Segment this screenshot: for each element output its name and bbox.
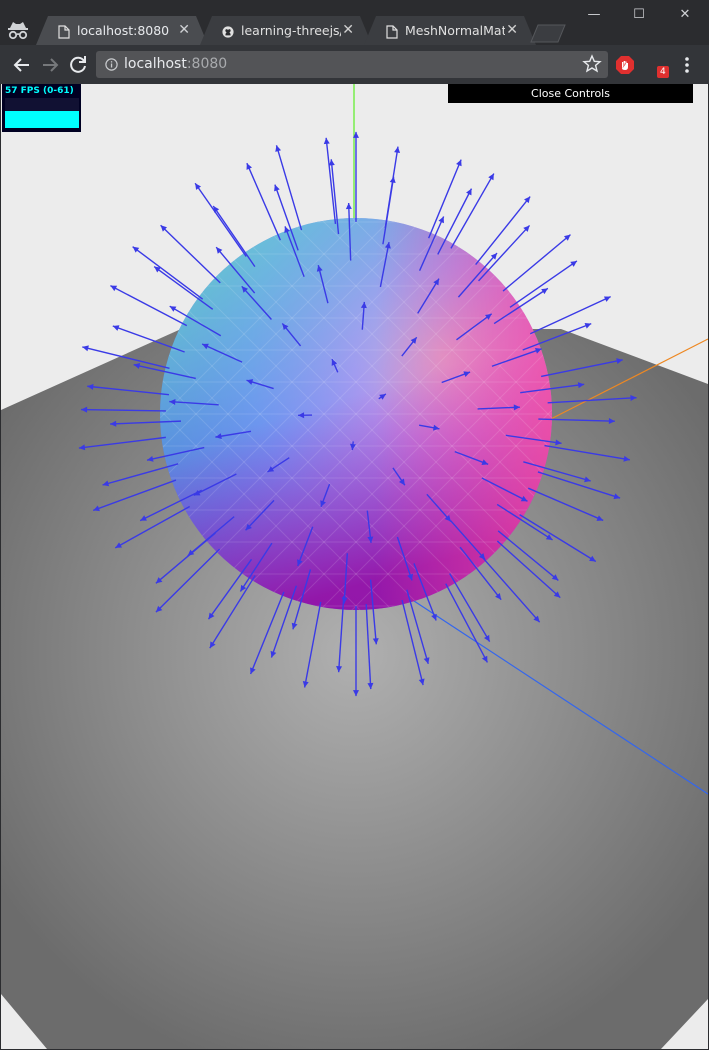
document-icon [386, 25, 398, 39]
new-tab-button[interactable] [530, 24, 566, 43]
bookmark-star-icon[interactable] [582, 54, 602, 74]
adblock-extension-icon[interactable] [615, 55, 635, 75]
info-icon[interactable] [105, 58, 118, 71]
close-controls-button[interactable]: Close Controls [448, 84, 693, 103]
tab-localhost[interactable]: localhost:8080 ✕ [36, 16, 208, 45]
title-bar: localhost:8080 ✕ learning-threejs/04 ✕ M… [0, 0, 709, 45]
tab-title: learning-threejs/04 [241, 23, 341, 38]
fps-graph [5, 98, 79, 128]
forward-arrow-icon[interactable] [38, 53, 62, 77]
reload-icon[interactable] [66, 53, 90, 77]
minimize-button[interactable]: — [583, 6, 605, 24]
tab-title: MeshNormalMater [405, 23, 505, 38]
extension-badge: 4 [657, 66, 669, 78]
fps-stats-panel[interactable]: 57 FPS (0-61) [2, 84, 81, 132]
tab-title: localhost:8080 [77, 23, 170, 38]
fps-label: 57 FPS (0-61) [5, 86, 74, 96]
webgl-viewport[interactable]: 57 FPS (0-61) Close Controls [1, 84, 708, 1049]
browser-toolbar: localhost:8080 4 [0, 45, 709, 85]
address-bar[interactable]: localhost:8080 [96, 51, 608, 78]
window-close-button[interactable]: ✕ [674, 6, 696, 24]
three-scene[interactable] [1, 84, 708, 1049]
document-icon [58, 25, 70, 39]
incognito-icon [8, 22, 28, 40]
github-icon [222, 26, 234, 38]
url-host: localhost [124, 56, 187, 72]
maximize-button[interactable]: ☐ [628, 6, 650, 24]
url-port: :8080 [186, 56, 228, 72]
tab-learning-threejs[interactable]: learning-threejs/04 ✕ [200, 16, 372, 45]
tab-close-button[interactable]: ✕ [342, 22, 354, 38]
tab-meshnormalmaterial[interactable]: MeshNormalMater ✕ [364, 16, 536, 45]
tab-close-button[interactable]: ✕ [506, 22, 518, 38]
tab-close-button[interactable]: ✕ [178, 22, 190, 38]
menu-dots-icon[interactable] [678, 55, 696, 75]
back-arrow-icon[interactable] [10, 53, 34, 77]
url-text[interactable]: localhost:8080 [124, 56, 227, 72]
